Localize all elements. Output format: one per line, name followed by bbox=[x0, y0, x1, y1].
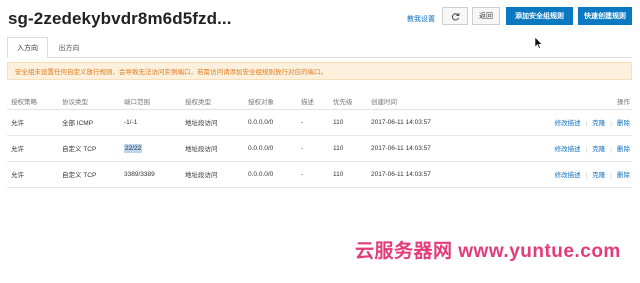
warning-notice: 安全组未设置任何自定义放行规则，会导致无法访问实例端口，若需访问请添加安全组规则… bbox=[7, 62, 632, 80]
divider: | bbox=[585, 172, 588, 179]
col-desc: 描述 bbox=[297, 93, 329, 110]
add-rule-button[interactable]: 添加安全组规则 bbox=[506, 7, 573, 25]
edit-desc-link[interactable]: 修改描述 bbox=[555, 120, 581, 127]
cell-auth-type: 地址段访问 bbox=[181, 109, 244, 136]
cell-protocol: 全部 ICMP bbox=[58, 109, 120, 136]
divider: | bbox=[610, 172, 612, 179]
delete-link[interactable]: 删除 bbox=[617, 146, 630, 153]
watermark: 云服务器网 www.yuntue.com bbox=[355, 241, 621, 262]
rules-table: 授权策略 协议类型 端口范围 授权类型 授权对象 描述 优先级 创建时间 操作 … bbox=[7, 93, 632, 188]
divider: | bbox=[610, 146, 612, 153]
back-button[interactable]: 返回 bbox=[472, 7, 500, 25]
page-title: sg-2zedekybvdr8m6d5fzd... bbox=[8, 9, 232, 28]
tab-outbound[interactable]: 出方向 bbox=[50, 37, 88, 58]
direction-tabs: 入方向 出方向 bbox=[7, 37, 632, 58]
clone-link[interactable]: 克隆 bbox=[592, 172, 605, 179]
cell-object: 0.0.0.0/0 bbox=[244, 135, 297, 162]
delete-link[interactable]: 删除 bbox=[617, 120, 630, 127]
cell-port: 3389/3389 bbox=[120, 161, 181, 188]
col-auth-type: 授权类型 bbox=[181, 93, 244, 110]
delete-link[interactable]: 删除 bbox=[617, 172, 630, 179]
col-port: 端口范围 bbox=[120, 93, 181, 110]
col-protocol: 协议类型 bbox=[58, 93, 120, 110]
col-priority: 优先级 bbox=[329, 93, 367, 110]
edit-desc-link[interactable]: 修改描述 bbox=[555, 146, 581, 153]
cell-time: 2017-06-11 14:03:57 bbox=[367, 109, 494, 136]
cell-time: 2017-06-11 14:03:57 bbox=[367, 135, 494, 162]
cell-priority: 110 bbox=[329, 109, 367, 136]
cell-policy: 允许 bbox=[7, 135, 58, 162]
guide-link[interactable]: 教我设置 bbox=[407, 14, 435, 24]
cell-priority: 110 bbox=[329, 135, 367, 162]
cell-auth-type: 地址段访问 bbox=[181, 135, 244, 162]
cell-policy: 允许 bbox=[7, 161, 58, 188]
table-header-row: 授权策略 协议类型 端口范围 授权类型 授权对象 描述 优先级 创建时间 操作 bbox=[7, 93, 632, 110]
cell-policy: 允许 bbox=[7, 109, 58, 136]
quick-create-rule-button[interactable]: 快速创建规则 bbox=[578, 7, 632, 25]
edit-desc-link[interactable]: 修改描述 bbox=[555, 172, 581, 179]
col-time: 创建时间 bbox=[367, 93, 494, 110]
col-policy: 授权策略 bbox=[7, 93, 58, 110]
clone-link[interactable]: 克隆 bbox=[592, 146, 605, 153]
cell-priority: 110 bbox=[329, 161, 367, 188]
refresh-icon bbox=[451, 12, 459, 21]
divider: | bbox=[585, 120, 588, 127]
col-object: 授权对象 bbox=[244, 93, 297, 110]
table-row: 允许 全部 ICMP -1/-1 地址段访问 0.0.0.0/0 - 110 2… bbox=[7, 109, 632, 136]
cell-desc: - bbox=[297, 135, 329, 162]
cell-desc: - bbox=[297, 161, 329, 188]
refresh-button[interactable] bbox=[442, 7, 468, 25]
selected-port-text: 22/22 bbox=[124, 143, 143, 153]
table-row: 允许 自定义 TCP 22/22 地址段访问 0.0.0.0/0 - 110 2… bbox=[7, 135, 632, 162]
cell-protocol: 自定义 TCP bbox=[58, 135, 120, 162]
col-actions: 操作 bbox=[494, 93, 632, 110]
clone-link[interactable]: 克隆 bbox=[592, 120, 605, 127]
cell-object: 0.0.0.0/0 bbox=[244, 109, 297, 136]
cell-port: 22/22 bbox=[120, 135, 181, 162]
cell-actions: 修改描述 | 克隆 | 删除 bbox=[494, 161, 632, 188]
cell-auth-type: 地址段访问 bbox=[181, 161, 244, 188]
cell-actions: 修改描述 | 克隆 | 删除 bbox=[494, 135, 632, 162]
table-row: 允许 自定义 TCP 3389/3389 地址段访问 0.0.0.0/0 - 1… bbox=[7, 161, 632, 188]
tab-inbound[interactable]: 入方向 bbox=[7, 37, 48, 58]
cell-object: 0.0.0.0/0 bbox=[244, 161, 297, 188]
divider: | bbox=[585, 146, 588, 153]
cell-protocol: 自定义 TCP bbox=[58, 161, 120, 188]
cell-desc: - bbox=[297, 109, 329, 136]
cell-time: 2017-06-11 14:03:57 bbox=[367, 161, 494, 188]
cell-port: -1/-1 bbox=[120, 109, 181, 136]
divider: | bbox=[610, 120, 612, 127]
cell-actions: 修改描述 | 克隆 | 删除 bbox=[494, 109, 632, 136]
